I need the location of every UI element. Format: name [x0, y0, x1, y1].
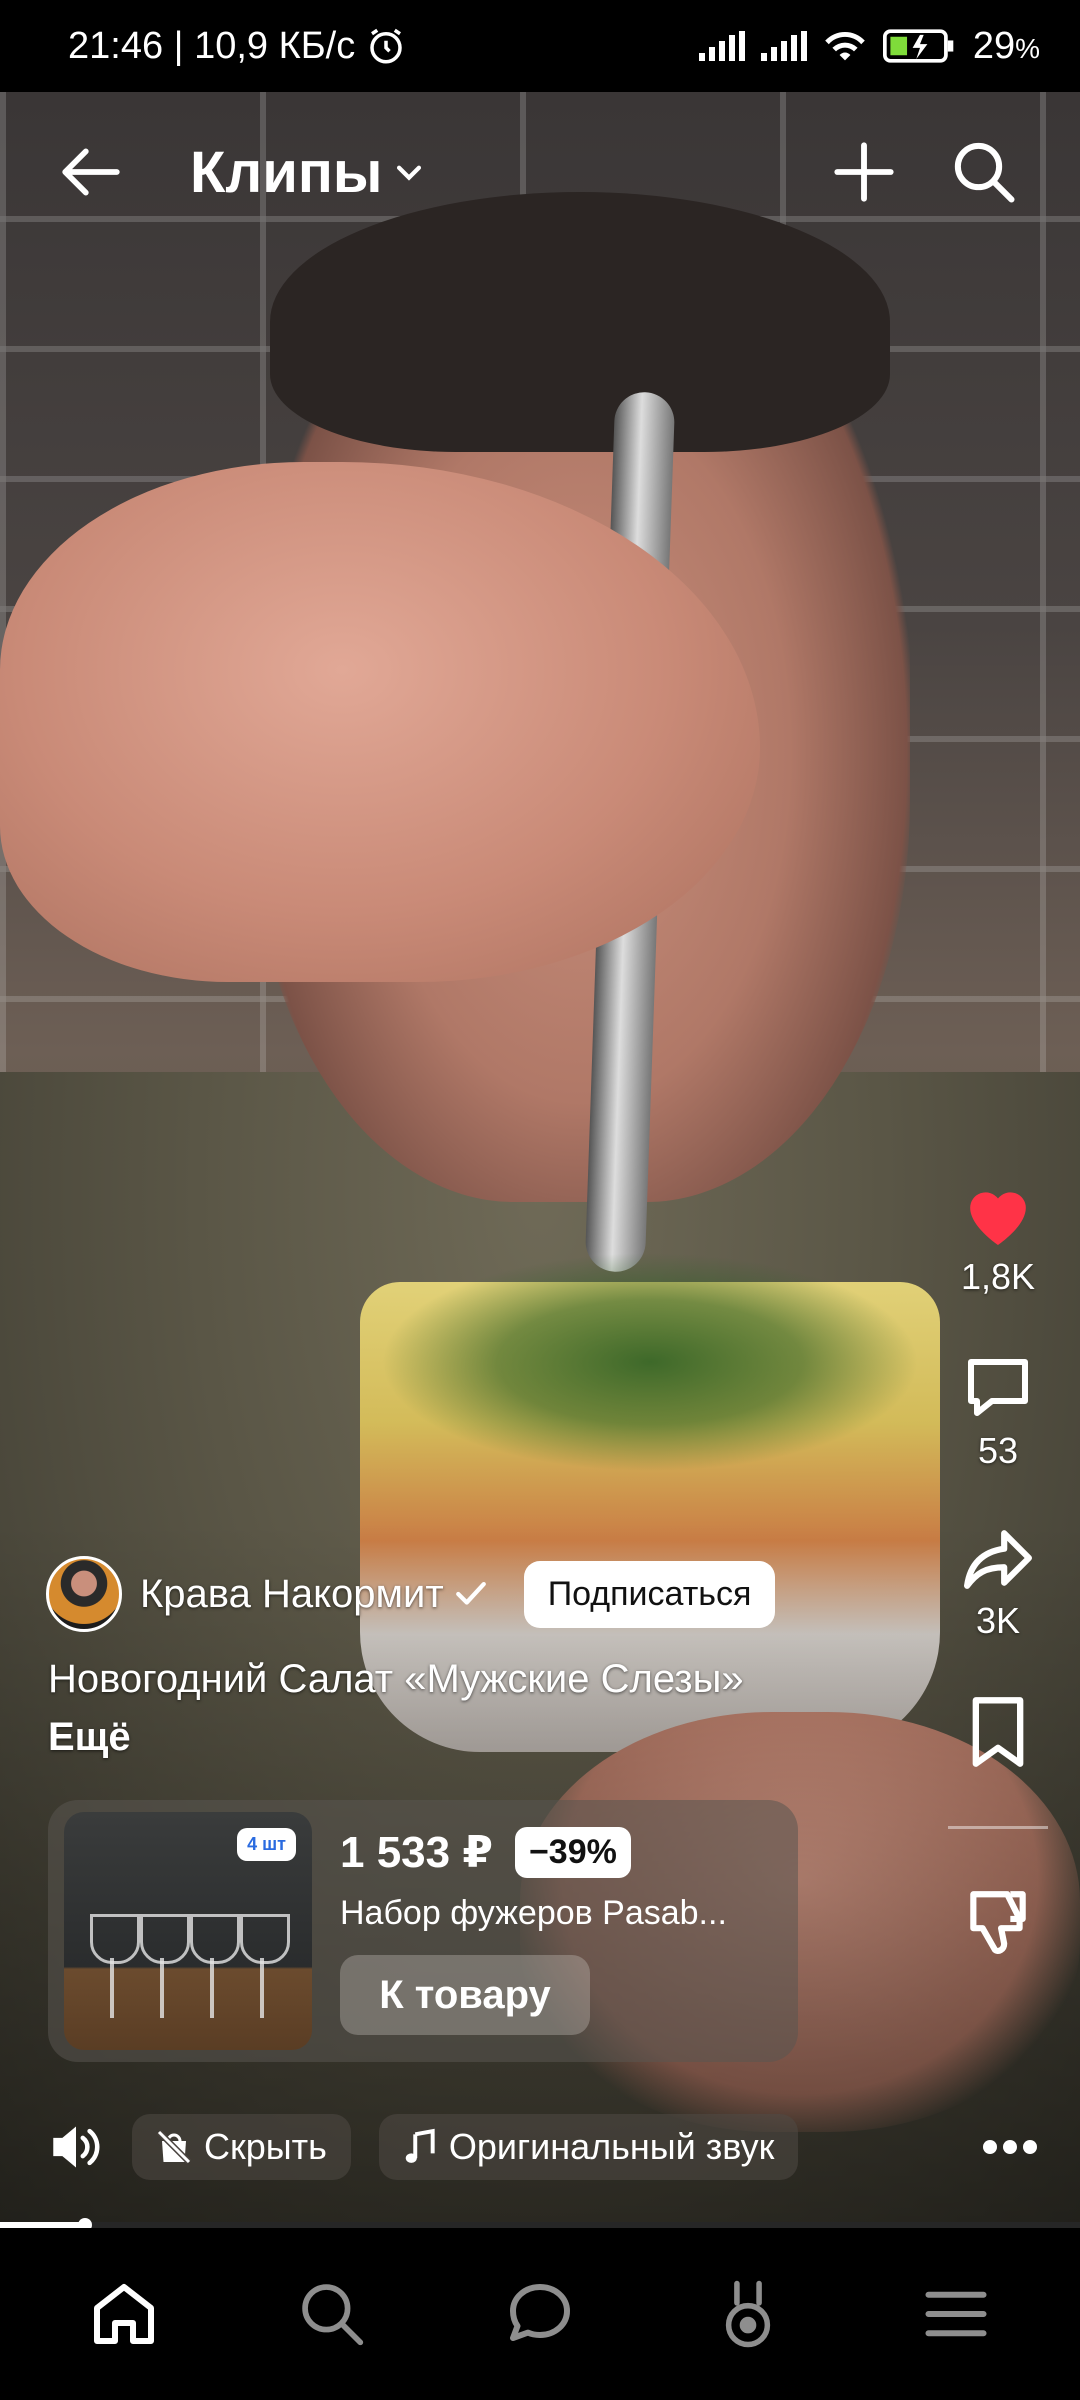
search-icon[interactable] — [944, 132, 1024, 212]
signal-icon-2 — [760, 31, 807, 61]
product-info: 1 533 ₽ −39% Набор фужеров Pasab... К то… — [340, 1827, 780, 2035]
nav-messages[interactable] — [485, 2259, 595, 2369]
wifi-icon — [825, 31, 865, 61]
title-dropdown[interactable]: Клипы — [190, 139, 426, 206]
product-price: 1 533 ₽ — [340, 1828, 493, 1877]
glass-illustration — [140, 1914, 190, 2024]
glass-illustration — [90, 1914, 140, 2024]
clip-caption[interactable]: Новогодний Салат «Мужские Слезы» Ещё — [48, 1650, 744, 1766]
hide-label: Скрыть — [204, 2126, 327, 2167]
author-row: Крава Накормит Подписаться — [46, 1556, 776, 1632]
thumbs-down-icon — [970, 1891, 1026, 1955]
to-product-button[interactable]: К товару — [340, 1955, 590, 2035]
rail-divider — [948, 1826, 1048, 1829]
product-name: Набор фужеров Pasab... — [340, 1894, 727, 1932]
subscribe-button[interactable]: Подписаться — [523, 1560, 776, 1628]
signal-icon — [698, 31, 745, 61]
comment-button[interactable]: 53 — [962, 1350, 1034, 1472]
video-dill — [380, 1252, 920, 1472]
nav-search[interactable] — [277, 2259, 387, 2369]
back-arrow-icon[interactable] — [56, 137, 126, 207]
nav-home[interactable] — [69, 2259, 179, 2369]
price-row: 1 533 ₽ −39% — [340, 1827, 780, 1878]
battery-icon — [882, 29, 954, 63]
clips-bunny-icon — [725, 2280, 771, 2348]
bookmark-icon — [972, 1697, 1024, 1767]
music-note-icon — [405, 2128, 435, 2163]
quantity-badge: 4 шт — [237, 1828, 296, 1861]
share-button[interactable]: 3K — [960, 1524, 1036, 1642]
home-icon — [94, 2284, 154, 2344]
status-bar: 21:46 | 10,9 КБ/с 29% — [0, 0, 1080, 92]
discount-badge: −39% — [514, 1827, 631, 1878]
like-count: 1,8K — [960, 1256, 1036, 1297]
bookmark-button[interactable] — [966, 1694, 1030, 1770]
bottom-navigation — [0, 2228, 1080, 2400]
hamburger-menu-icon — [925, 2291, 987, 2337]
hide-button[interactable]: Скрыть — [132, 2114, 351, 2180]
chat-bubble-icon — [510, 2284, 570, 2341]
chevron-down-icon — [397, 165, 422, 181]
sound-label: Оригинальный звук — [448, 2126, 775, 2167]
share-count: 3K — [975, 1600, 1021, 1641]
comment-count: 53 — [977, 1430, 1019, 1471]
more-icon[interactable] — [982, 2139, 1038, 2155]
product-card[interactable]: 4 шт 1 533 ₽ −39% Набор фужеров Pasab...… — [48, 1800, 798, 2062]
top-bar: Клипы — [0, 92, 1080, 252]
heart-icon — [970, 1192, 1026, 1245]
dislike-button[interactable] — [961, 1885, 1035, 1959]
search-icon — [302, 2284, 364, 2346]
author-name[interactable]: Крава Накормит — [140, 1572, 444, 1617]
bag-off-icon — [156, 2129, 192, 2165]
comment-icon — [968, 1359, 1028, 1416]
alarm-icon — [370, 28, 402, 64]
share-icon — [963, 1530, 1032, 1589]
verified-check-icon — [455, 1581, 486, 1605]
add-icon[interactable] — [824, 132, 904, 212]
status-right: 29% — [698, 24, 1040, 68]
like-button[interactable]: 1,8K — [960, 1180, 1036, 1298]
battery-percent: 29% — [972, 24, 1040, 67]
status-time-speed: 21:46 | 10,9 КБ/с — [68, 24, 356, 67]
volume-icon[interactable] — [48, 2122, 104, 2172]
product-image: 4 шт — [64, 1812, 312, 2050]
action-rail: 1,8K 53 3K — [938, 1180, 1058, 1959]
nav-clips[interactable] — [693, 2259, 803, 2369]
status-left: 21:46 | 10,9 КБ/с — [68, 25, 407, 68]
avatar[interactable] — [46, 1556, 122, 1632]
caption-more-link[interactable]: Ещё — [48, 1708, 744, 1766]
original-sound-button[interactable]: Оригинальный звук — [378, 2114, 799, 2180]
nav-menu[interactable] — [901, 2259, 1011, 2369]
glass-illustration — [190, 1914, 240, 2024]
page-title: Клипы — [190, 139, 383, 205]
glass-illustration — [240, 1914, 290, 2024]
caption-text: Новогодний Салат «Мужские Слезы» — [48, 1657, 744, 1701]
playback-controls: Скрыть Оригинальный звук — [48, 2112, 1038, 2182]
